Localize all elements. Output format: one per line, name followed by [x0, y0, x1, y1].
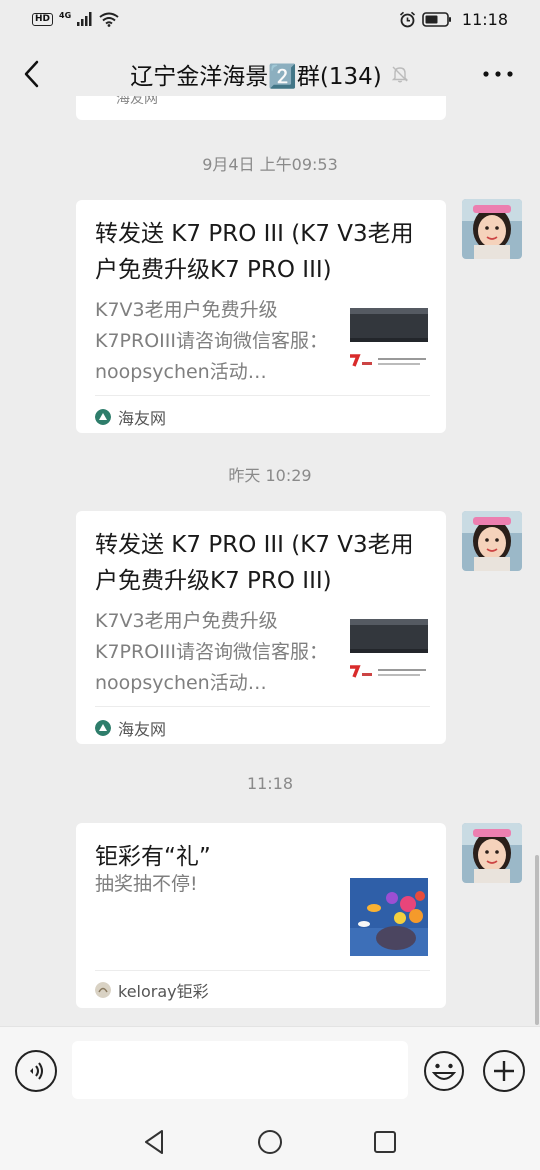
nav-recents-icon[interactable] — [370, 1127, 400, 1157]
voice-button[interactable] — [15, 1050, 57, 1092]
card-thumbnail — [350, 611, 428, 689]
emoji-button[interactable] — [423, 1050, 465, 1092]
card-source-label: 海友网 — [118, 409, 167, 428]
timestamp: 昨天 10:29 — [228, 466, 312, 485]
card-divider — [95, 395, 430, 396]
bell-off-icon — [391, 66, 408, 83]
message-input[interactable] — [72, 1041, 408, 1099]
status-left: HD 4G — [32, 10, 119, 27]
timestamp: 9月4日 上午09:53 — [202, 155, 338, 174]
status-bar: HD 4G 11:18 — [0, 0, 540, 38]
source-logo-icon — [95, 409, 111, 425]
timestamp: 11:18 — [246, 774, 294, 793]
status-time: 11:18 — [461, 9, 508, 29]
back-button[interactable] — [14, 54, 48, 94]
voice-icon — [30, 1062, 43, 1080]
card-source: 海友网 — [95, 716, 166, 740]
chat-area[interactable]: 海友网 9月4日 上午09:53 转发送 K7 PRO III (K7 V3老用… — [0, 96, 540, 1026]
card-thumbnail — [350, 878, 428, 956]
hd-badge: HD — [32, 12, 54, 26]
input-bar — [0, 1026, 540, 1111]
card-source-label: 海友网 — [118, 720, 167, 739]
network-type-label: 4G — [59, 10, 72, 20]
nav-back-icon[interactable] — [140, 1127, 170, 1157]
more-button[interactable] — [478, 60, 518, 88]
system-nav-bar — [0, 1111, 540, 1170]
link-message-card[interactable]: 转发送 K7 PRO III (K7 V3老用户免费升级K7 PRO III) … — [76, 511, 446, 744]
card-divider — [95, 970, 430, 971]
card-source: 海友网 — [95, 405, 166, 429]
card-description: K7V3老用户免费升级K7PROIII请咨询微信客服：noopsychen活动… — [95, 299, 328, 383]
card-description: 抽奖抽不停! — [95, 873, 198, 895]
battery-icon — [422, 11, 451, 27]
plus-icon — [494, 1061, 514, 1081]
partial-message-card[interactable]: 海友网 — [76, 96, 446, 120]
card-description: K7V3老用户免费升级K7PROIII请咨询微信客服：noopsychen活动… — [95, 610, 328, 694]
avatar[interactable] — [462, 511, 522, 571]
status-right: 11:18 — [399, 10, 508, 29]
more-icon — [483, 71, 513, 77]
card-source-label: keloray钜彩 — [118, 982, 209, 1001]
chevron-left-icon — [24, 60, 39, 88]
source-logo-icon — [95, 982, 111, 998]
card-title: 转发送 K7 PRO III (K7 V3老用户免费升级K7 PRO III) — [95, 532, 414, 594]
chat-title: 辽宁金洋海景2️⃣群(134) — [130, 64, 382, 90]
card-divider — [95, 706, 430, 707]
plus-button[interactable] — [483, 1050, 525, 1092]
emoji-icon — [424, 1051, 464, 1091]
wifi-icon — [99, 12, 119, 27]
card-thumbnail — [350, 300, 428, 378]
scrollbar[interactable] — [535, 855, 539, 1025]
link-message-card[interactable]: 钜彩有“礼” 抽奖抽不停! keloray钜彩 — [76, 823, 446, 1008]
avatar[interactable] — [462, 199, 522, 259]
alarm-icon — [399, 11, 415, 27]
signal-icon — [77, 12, 92, 26]
card-title: 转发送 K7 PRO III (K7 V3老用户免费升级K7 PRO III) — [95, 221, 414, 283]
card-source: keloray钜彩 — [95, 978, 209, 1002]
nav-home-icon[interactable] — [255, 1127, 285, 1157]
avatar[interactable] — [462, 823, 522, 883]
title-wrap: 辽宁金洋海景2️⃣群(134) — [130, 57, 409, 91]
partial-card-source: 海友网 — [116, 96, 158, 107]
source-logo-icon — [95, 720, 111, 736]
link-message-card[interactable]: 转发送 K7 PRO III (K7 V3老用户免费升级K7 PRO III) … — [76, 200, 446, 433]
